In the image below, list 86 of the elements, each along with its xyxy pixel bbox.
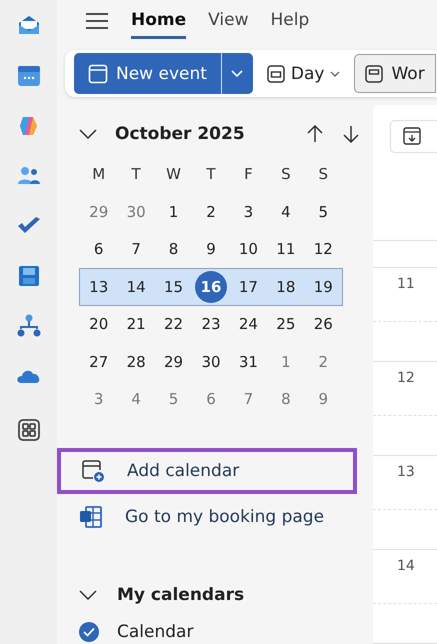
calendar-day[interactable]: 7 (120, 233, 152, 266)
calendar-day[interactable]: 14 (120, 270, 152, 303)
calendar-day[interactable]: 29 (158, 346, 190, 378)
calendar-day[interactable]: 8 (270, 383, 302, 416)
booking-icon (79, 505, 103, 530)
weekday-label: W (166, 165, 181, 184)
calendar-day[interactable]: 4 (120, 383, 152, 416)
month-title: October 2025 (115, 124, 246, 144)
calendar-day[interactable]: 30 (120, 196, 152, 228)
calendar-day[interactable]: 18 (270, 270, 302, 303)
calendar-day[interactable]: 2 (307, 346, 340, 378)
calendar-day[interactable]: 9 (194, 233, 227, 266)
calendar-day[interactable]: 16 (194, 270, 227, 303)
calendar-day[interactable]: 6 (82, 233, 115, 266)
chevron-down-icon (79, 590, 97, 600)
calendar-day[interactable]: 15 (158, 270, 190, 303)
hour-label: 11 (396, 275, 416, 294)
collapse-button[interactable] (79, 129, 97, 140)
calendar-day[interactable]: 19 (307, 270, 340, 303)
nav-link[interactable]: Go to my booking page (57, 494, 357, 541)
previous-month-button[interactable] (307, 125, 323, 144)
menu-icon[interactable] (85, 12, 109, 30)
chevron-down-icon (79, 129, 97, 140)
calendar-day[interactable]: 4 (270, 196, 302, 228)
calendar-day[interactable]: 9 (307, 383, 340, 416)
calendar-day[interactable]: 13 (82, 270, 115, 303)
calendar-day[interactable]: 5 (158, 383, 190, 416)
calendar-day[interactable]: 8 (158, 233, 190, 266)
calendar-day[interactable]: 31 (232, 346, 264, 378)
weekday-label: S (318, 165, 328, 184)
weekday-label: S (281, 165, 291, 184)
hour-label: 13 (396, 463, 416, 482)
calendar-day[interactable]: 22 (158, 308, 190, 340)
menu-tab[interactable]: View (208, 4, 248, 38)
new-event-button[interactable]: New event (74, 53, 221, 94)
calendar-day[interactable]: 30 (194, 346, 227, 378)
work-week-button[interactable]: Wor (354, 54, 436, 93)
calendar-day[interactable]: 20 (82, 308, 115, 340)
calendar-icon (403, 127, 421, 146)
calendar-day[interactable]: 5 (307, 196, 340, 228)
calendar-add-icon (81, 459, 105, 484)
calendar-name: Calendar (117, 622, 194, 642)
toolbar-button[interactable] (390, 120, 437, 153)
all-day-row (373, 240, 437, 268)
calendar-day[interactable]: 7 (232, 383, 264, 416)
calendar-day[interactable]: 10 (232, 233, 264, 266)
calendar-day[interactable]: 2 (194, 196, 227, 228)
week-view-icon (365, 64, 384, 82)
new-event-split-button[interactable]: New event (74, 53, 253, 94)
caret-icon (330, 70, 340, 76)
section-title: My calendars (117, 584, 244, 605)
calendar-day[interactable]: 21 (120, 308, 152, 340)
calendar-day[interactable]: 25 (270, 308, 302, 340)
calendar-day[interactable]: 23 (194, 308, 227, 340)
weekday-label: M (92, 165, 106, 184)
calendar-day[interactable]: 12 (307, 233, 340, 266)
menu-tab[interactable]: Help (270, 4, 310, 38)
calendar-day[interactable]: 27 (82, 346, 115, 378)
calendar-checkbox[interactable] (79, 622, 99, 642)
calendar-day[interactable]: 29 (82, 196, 115, 228)
menu-tab[interactable]: Home (131, 4, 186, 38)
calendar-day[interactable]: 17 (232, 270, 264, 303)
calendar-icon (88, 64, 108, 84)
day-view-button[interactable]: Day (262, 64, 344, 84)
calendar-day[interactable]: 1 (270, 346, 302, 378)
hour-label: 14 (396, 557, 416, 576)
weekday-label: T (132, 165, 141, 184)
arrow-up-icon (307, 125, 323, 144)
weekday-label: F (244, 165, 253, 184)
my-calendars-toggle[interactable]: My calendars (57, 580, 373, 610)
caret-icon (231, 70, 244, 78)
calendar-day[interactable]: 3 (82, 383, 115, 416)
calendar-day[interactable]: 26 (307, 308, 340, 340)
calendar-day[interactable]: 24 (232, 308, 264, 340)
hour-label: 12 (396, 369, 416, 388)
arrow-down-icon (343, 125, 359, 144)
next-month-button[interactable] (343, 125, 359, 144)
weekday-label: T (206, 165, 216, 184)
nav-link[interactable]: Add calendar (57, 448, 357, 494)
calendar-day[interactable]: 6 (194, 383, 227, 416)
calendar-day[interactable]: 3 (232, 196, 264, 228)
calendar-day[interactable]: 11 (270, 233, 302, 266)
day-view-icon (266, 64, 285, 82)
checkmark-icon (83, 626, 95, 637)
calendar-day[interactable]: 1 (158, 196, 190, 228)
calendar-day[interactable]: 28 (120, 346, 152, 378)
